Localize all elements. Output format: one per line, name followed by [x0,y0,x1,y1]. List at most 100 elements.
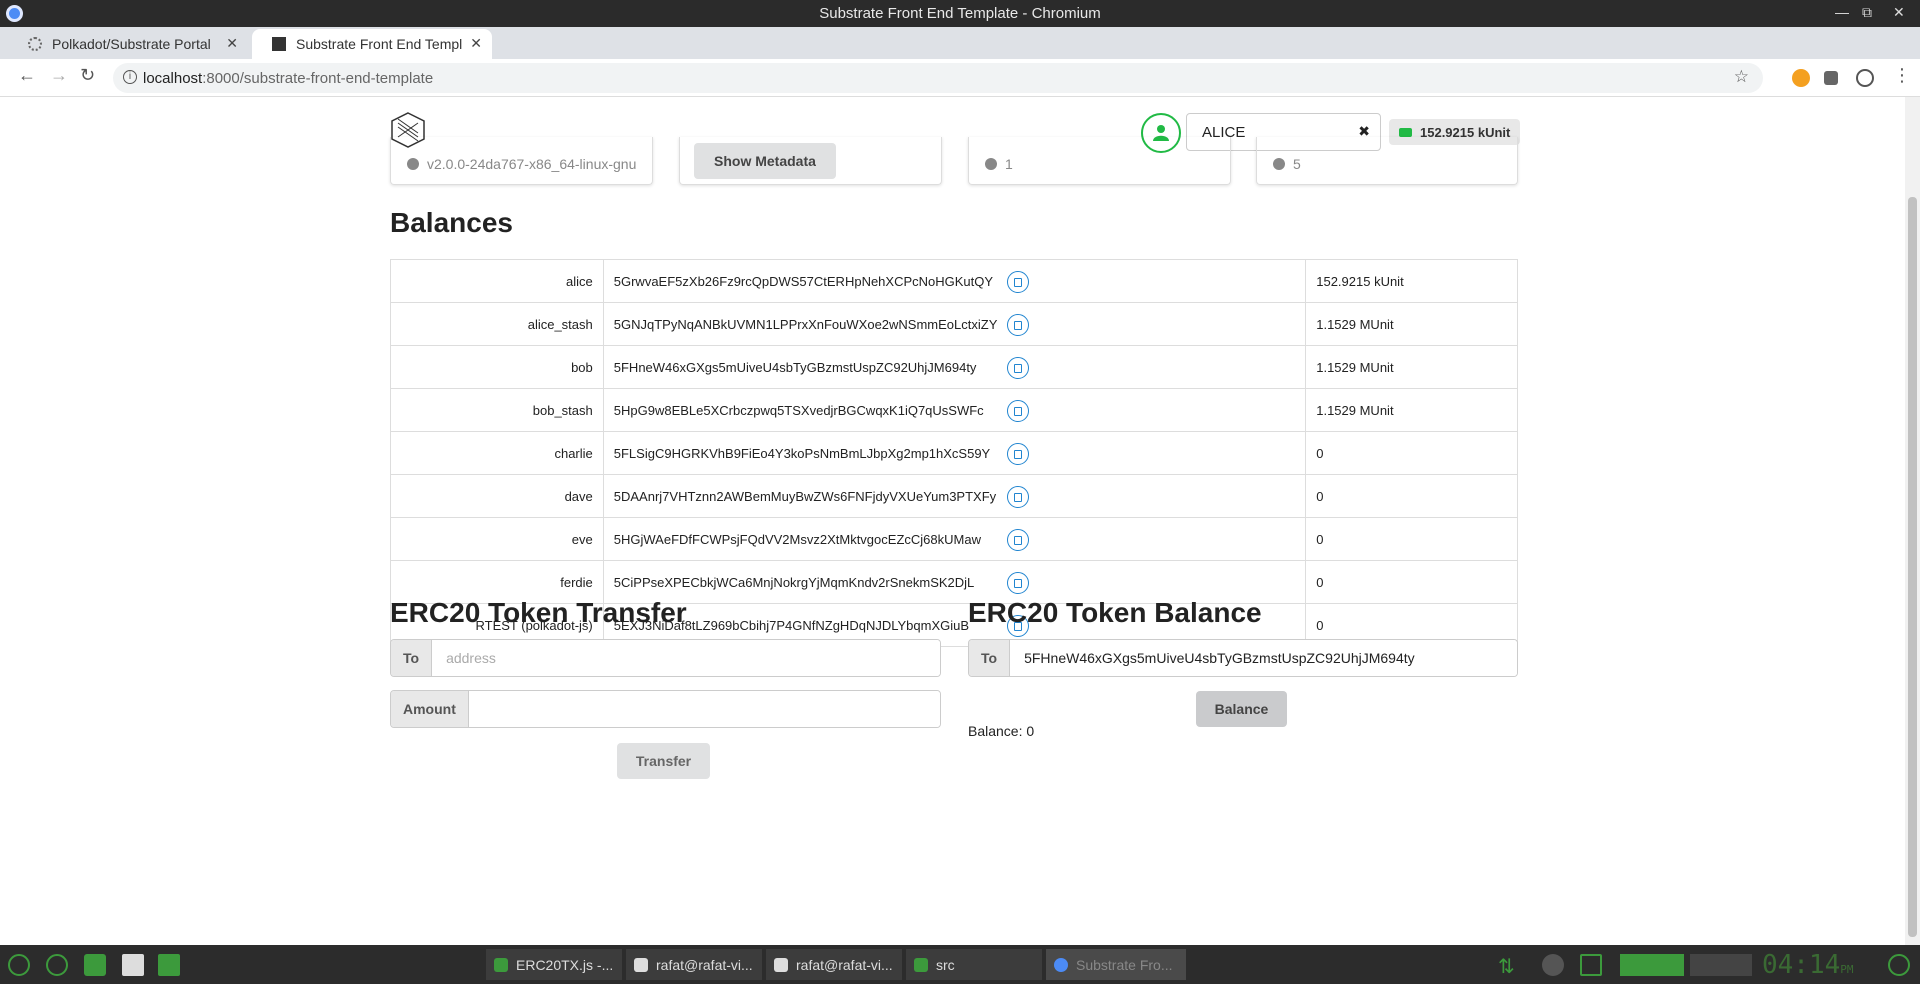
task-label: rafat@rafat-vi... [796,956,893,973]
copy-icon[interactable] [1006,572,1029,594]
tab-substrate-template[interactable]: Substrate Front End Templ ✕ [252,29,492,59]
page-scrollbar[interactable] [1905,97,1920,945]
clock-icon [985,158,997,170]
balance-to-field: To [968,639,1518,677]
forward-icon[interactable]: → [50,65,68,86]
back-icon[interactable]: ← [18,65,36,86]
task-label: src [936,956,955,973]
window-titlebar: Substrate Front End Template - Chromium … [0,0,1920,27]
node-version: v2.0.0-24da767-x86_64-linux-gnu [427,156,637,172]
tab-polkadot-portal[interactable]: Polkadot/Substrate Portal ✕ [8,29,248,59]
terminal-icon [634,957,648,972]
copy-icon[interactable] [1006,486,1029,508]
account-name-cell: alice [390,259,604,303]
copy-icon[interactable] [1006,400,1029,422]
account-address: 5HGjWAeFDfFCWPsjFQdVV2Msvz2XtMktvgocEZcC… [613,531,981,547]
extension-polkadot-icon[interactable] [1792,69,1810,87]
copy-icon[interactable] [1006,529,1029,551]
clock-icon [1273,158,1285,170]
address-cell: 5HpG9w8EBLe5XCrbczpwq5TSXvedjrBGCwqxK1iQ… [603,388,1307,432]
task-terminal-1[interactable]: rafat@rafat-vi... [626,949,762,980]
profile-icon[interactable] [1856,69,1874,87]
transfer-button[interactable]: Transfer [617,743,710,779]
transfer-amount-input[interactable] [468,691,940,727]
tab-label: Polkadot/Substrate Portal [52,36,211,52]
tab-label: Substrate Front End Templ [296,36,463,52]
chromium-icon [1054,957,1068,972]
table-row: bob 5FHneW46xGXgs5mUiveU4sbTyGBzmstUspZC9… [390,345,1518,389]
task-erc20tx[interactable]: ERC20TX.js -... [486,949,622,980]
network-transfer-icon[interactable]: ⇅ [1498,954,1520,978]
package-icon[interactable] [84,954,106,976]
start-menu-icon[interactable] [8,954,30,976]
account-address: 5GrwvaEF5zXb26Fz9rcQpDWS57CtERHpNehXCPcN… [613,273,994,289]
audio-icon[interactable] [1542,954,1564,976]
maximize-icon[interactable]: ⧉ [1862,4,1872,21]
folder-icon[interactable] [158,954,180,976]
transfer-title: ERC20 Token Transfer [390,597,687,628]
account-address: 5FHneW46xGXgs5mUiveU4sbTyGBzmstUspZC92Uh… [613,359,977,375]
close-tab-icon[interactable]: ✕ [226,35,238,52]
balance-cell: 0 [1305,560,1518,604]
transfer-amount-field: Amount [390,690,941,728]
extensions-puzzle-icon[interactable] [1824,71,1838,85]
clock-time: 04:14 [1762,950,1841,980]
transfer-address-input[interactable] [432,640,940,676]
account-name-cell: eve [390,517,604,561]
copy-icon[interactable] [1006,271,1029,293]
terminal-icon[interactable] [122,954,144,976]
copy-icon[interactable] [1006,357,1029,379]
table-row: charlie 5FLSigC9HGRKVhB9FiEo4Y3koPsNmBmLJ… [390,431,1518,475]
balance-cell: 1.1529 MUnit [1305,302,1518,346]
token-balance-title: ERC20 Token Balance [968,597,1262,628]
table-row: bob_stash 5HpG9w8EBLe5XCrbczpwq5TSXvedjrB… [390,388,1518,432]
close-window-icon[interactable]: ✕ [1893,4,1905,21]
clipboard-icon[interactable] [1580,954,1602,976]
balance-cell: 0 [1305,474,1518,518]
table-row: alice_stash 5GNJqTPyNqANBkUVMN1LPPrxXnFou… [390,302,1518,346]
bookmark-star-icon[interactable]: ☆ [1734,67,1749,87]
gear-icon [407,158,419,170]
url-host: localhost [143,69,203,87]
copy-icon[interactable] [1006,314,1029,336]
close-tab-icon[interactable]: ✕ [470,35,482,52]
minimize-icon[interactable]: — [1835,4,1849,20]
balance-address-input[interactable] [1010,640,1517,676]
balance-cell: 152.9215 kUnit [1316,273,1404,289]
terminal-icon [774,957,788,972]
task-terminal-2[interactable]: rafat@rafat-vi... [766,949,902,980]
browser-toolbar: ← → ↻ i localhost:8000/substrate-front-e… [0,59,1920,97]
copy-icon[interactable] [1006,443,1029,465]
show-metadata-button[interactable]: Show Metadata [694,143,836,179]
balance-button[interactable]: Balance [1196,691,1287,727]
scrollbar-thumb[interactable] [1908,197,1917,937]
block-count: 1 [1005,156,1013,172]
reload-icon[interactable]: ↻ [80,65,95,86]
amount-label: Amount [391,691,469,727]
task-label: Substrate Fro... [1076,956,1173,973]
clock: 04:14PM [1762,950,1854,980]
account-address: 5FLSigC9HGRKVhB9FiEo4Y3koPsNmBmLJbpXg2mp… [613,445,991,461]
account-address: 5CiPPseXPECbkjWCa6MnjNokrgYjMqmKndv2rSne… [613,574,975,590]
power-icon[interactable] [1888,954,1910,976]
account-address: 5HpG9w8EBLe5XCrbczpwq5TSXvedjrBGCwqxK1iQ… [613,402,984,418]
to-label: To [391,640,433,676]
balances-title: Balances [390,207,513,238]
address-cell: 5FHneW46xGXgs5mUiveU4sbTyGBzmstUspZC92Uh… [603,345,1307,389]
polkadot-favicon-icon [28,37,42,51]
site-info-icon[interactable]: i [123,70,137,84]
task-src-folder[interactable]: src [906,949,1042,980]
folder-icon [914,957,928,972]
balance-cell: 1.1529 MUnit [1305,388,1518,432]
token-balance-result: Balance: 0 [968,723,1035,739]
address-cell: 5HGjWAeFDfFCWPsjFQdVV2Msvz2XtMktvgocEZcC… [603,517,1307,561]
transfer-to-field: To [390,639,941,677]
menu-kebab-icon[interactable]: ⋮ [1893,65,1911,86]
address-bar[interactable]: i localhost:8000/substrate-front-end-tem… [113,63,1763,93]
window-title: Substrate Front End Template - Chromium [819,5,1101,22]
task-chromium[interactable]: Substrate Fro... [1046,949,1186,980]
address-cell: 5FLSigC9HGRKVhB9FiEo4Y3koPsNmBmLJbpXg2mp… [603,431,1307,475]
refresh-app-icon[interactable] [46,954,68,976]
account-address: 5GNJqTPyNqANBkUVMN1LPPrxXnFouWXoe2wNSmmE… [613,316,998,332]
balances-table: alice 5GrwvaEF5zXb26Fz9rcQpDWS57CtERHpNeh… [390,259,1518,647]
